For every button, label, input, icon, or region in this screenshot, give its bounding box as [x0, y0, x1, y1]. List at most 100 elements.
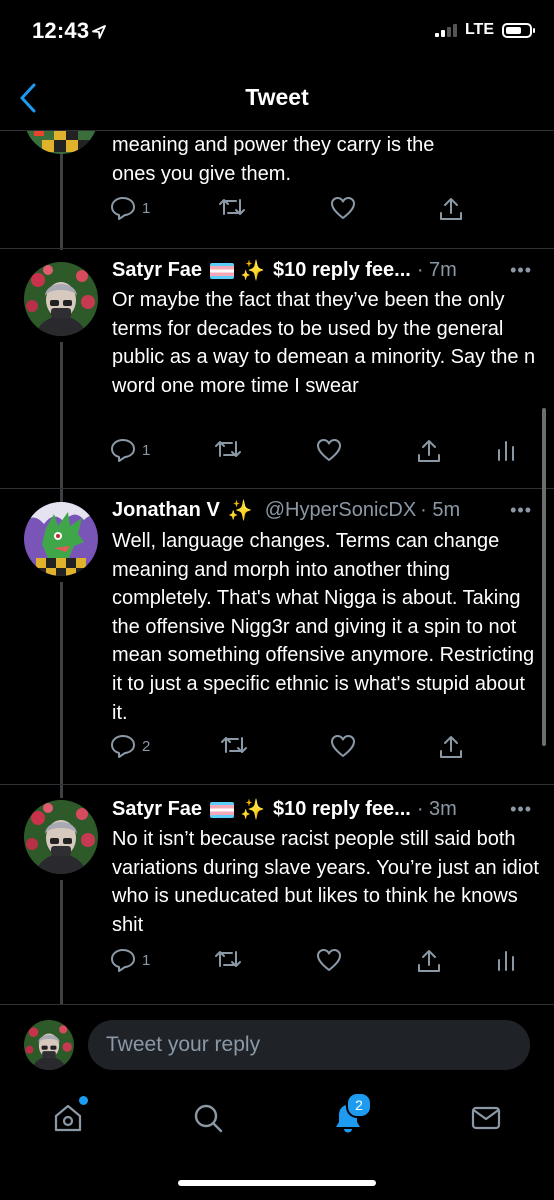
network-label: LTE: [464, 21, 494, 38]
tab-explore[interactable]: [188, 1098, 228, 1138]
tab-home[interactable]: [48, 1096, 88, 1138]
retweet-icon: [221, 737, 247, 753]
display-name-suffix: $10 reply fee...: [272, 259, 411, 281]
share-button[interactable]: [416, 948, 442, 974]
reply-button[interactable]: 1: [110, 196, 150, 220]
timestamp: · 3m: [416, 798, 457, 820]
retweet-icon: [215, 951, 241, 967]
like-button[interactable]: [330, 196, 356, 220]
scrollbar[interactable]: [542, 408, 546, 746]
analytics-button[interactable]: [496, 438, 516, 462]
tweet-text: No it isn’t because racist people still …: [112, 828, 539, 936]
like-button[interactable]: [316, 948, 342, 972]
display-name-suffix: $10 reply fee...: [272, 798, 411, 820]
notification-badge: 2: [346, 1092, 372, 1118]
sparkles-icon: ✨: [240, 799, 265, 821]
tweet-divider: [0, 248, 554, 249]
thread-line: [60, 582, 63, 798]
tweet-actions: 1: [110, 196, 534, 226]
tweet-divider: [0, 488, 554, 489]
tweet-text: Well, language changes. Terms can change…: [112, 530, 535, 724]
analytics-button[interactable]: [496, 948, 516, 972]
more-icon[interactable]: •••: [510, 799, 532, 820]
tweet-header: Satyr Fae ✨ $10 reply fee... · 3m: [112, 797, 536, 822]
home-icon: [54, 1104, 82, 1132]
reply-count: 1: [142, 199, 151, 217]
retweet-icon: [215, 441, 241, 457]
display-name[interactable]: Satyr Fae: [112, 259, 202, 282]
sparkles-icon: ✨: [227, 500, 253, 522]
like-button[interactable]: [330, 734, 356, 758]
status-time: 12:43: [32, 18, 90, 43]
avatar[interactable]: [24, 502, 98, 576]
heart-icon: [317, 949, 341, 971]
share-button[interactable]: [416, 438, 442, 464]
sparkles-icon: ✨: [240, 260, 265, 282]
page-title: Tweet: [245, 84, 309, 110]
handle[interactable]: @HyperSonicDX: [265, 499, 416, 522]
reply-input-container[interactable]: [88, 1020, 530, 1070]
location-arrow-icon: [92, 25, 106, 39]
tweet-text: meaning and power they carry is the ones…: [112, 131, 542, 188]
display-name[interactable]: Satyr Fae: [112, 798, 202, 821]
more-icon[interactable]: •••: [510, 260, 532, 281]
timestamp: · 7m: [416, 259, 457, 281]
reply-icon: [111, 949, 135, 972]
tweet-text-line: meaning and power they carry is the: [112, 134, 435, 156]
tweet-actions: 1: [110, 948, 534, 978]
mail-icon: [471, 1106, 501, 1130]
thread-line: [60, 880, 63, 1004]
share-icon: [418, 440, 440, 462]
tweet-header: Jonathan V ✨ @HyperSonicDX · 5m: [112, 498, 536, 523]
retweet-button[interactable]: [218, 196, 246, 218]
more-icon[interactable]: •••: [510, 500, 532, 521]
reply-button[interactable]: 1: [110, 438, 150, 462]
retweet-button[interactable]: [214, 438, 242, 460]
analytics-icon: [498, 441, 514, 461]
analytics-icon: [498, 951, 514, 971]
tab-notifications[interactable]: 2: [328, 1092, 372, 1138]
retweet-button[interactable]: [220, 734, 248, 756]
battery-icon: [502, 22, 535, 38]
reply-icon: [111, 439, 135, 462]
retweet-icon: [219, 199, 245, 215]
display-name[interactable]: Jonathan V: [112, 499, 220, 522]
reply-icon: [111, 197, 135, 220]
reply-button[interactable]: 2: [110, 734, 150, 758]
retweet-button[interactable]: [214, 948, 242, 970]
tweet-divider: [0, 784, 554, 785]
like-button[interactable]: [316, 438, 342, 462]
tweet-actions: 1: [110, 438, 534, 468]
share-button[interactable]: [438, 196, 464, 222]
reply-input[interactable]: [104, 1032, 514, 1058]
avatar[interactable]: [24, 262, 98, 336]
share-icon: [418, 950, 440, 972]
thread-line: [60, 342, 63, 502]
signal-icon: [434, 23, 457, 37]
heart-icon: [331, 197, 355, 219]
search-icon: [194, 1104, 223, 1133]
heart-icon: [331, 735, 355, 757]
share-icon: [440, 736, 462, 758]
reply-divider: [0, 1004, 554, 1005]
status-indicators: LTE: [434, 21, 535, 39]
reply-count: 1: [142, 441, 151, 459]
share-button[interactable]: [438, 734, 464, 760]
new-content-dot: [79, 1096, 88, 1105]
share-icon: [440, 198, 462, 220]
tweet-actions: 2: [110, 734, 534, 764]
heart-icon: [317, 439, 341, 461]
timestamp: · 5m: [420, 499, 461, 521]
tweet-header: Satyr Fae ✨ $10 reply fee... · 7m: [112, 258, 536, 283]
home-indicator[interactable]: [178, 1180, 376, 1186]
avatar[interactable]: [24, 800, 98, 874]
trans-flag-icon: [210, 801, 235, 818]
reply-count: 2: [142, 737, 151, 755]
reply-count: 1: [142, 951, 151, 969]
reply-icon: [111, 735, 135, 758]
tab-messages[interactable]: [466, 1098, 506, 1138]
tweet-text-line: ones you give them.: [112, 162, 291, 185]
trans-flag-icon: [210, 262, 235, 279]
avatar[interactable]: [24, 1020, 74, 1070]
reply-button[interactable]: 1: [110, 948, 150, 972]
